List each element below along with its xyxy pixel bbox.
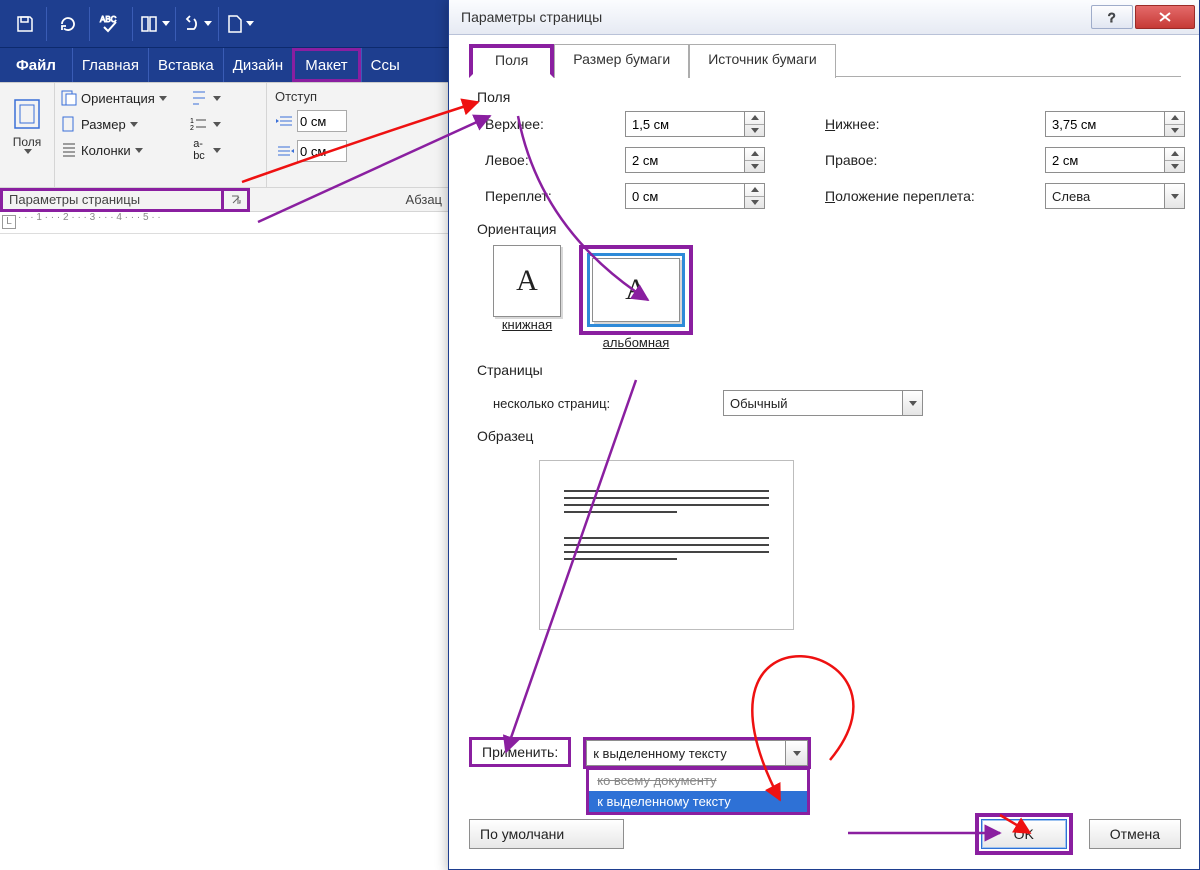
- hyphenation-button[interactable]: a-bc: [189, 137, 239, 163]
- dialog-titlebar[interactable]: Параметры страницы ?: [449, 0, 1199, 35]
- gutter-label: Переплет:: [485, 188, 625, 204]
- tab-file[interactable]: Файл: [4, 48, 72, 82]
- repeat-icon[interactable]: [49, 2, 87, 46]
- line-numbers-button[interactable]: 12: [189, 111, 239, 137]
- apply-to-label: Применить:: [469, 737, 571, 767]
- spellcheck-icon[interactable]: ABC: [92, 2, 130, 46]
- apply-to-dropdown-list: ко всему документу к выделенному тексту: [586, 767, 810, 815]
- apply-to-dropdown-icon[interactable]: [786, 740, 808, 766]
- tab-insert[interactable]: Вставка: [148, 48, 223, 82]
- indent-right-field[interactable]: [275, 138, 445, 164]
- indent-left-field[interactable]: [275, 108, 445, 134]
- page-setup-group-label: Параметры страницы: [0, 188, 224, 212]
- orientation-landscape[interactable]: A альбомная: [579, 245, 693, 350]
- preview-pane: [539, 460, 794, 630]
- apply-to-combo[interactable]: к выделенному тексту ко всему документу …: [583, 737, 811, 769]
- ok-button[interactable]: OK: [981, 819, 1067, 849]
- top-margin-field[interactable]: [625, 111, 785, 137]
- columns-button[interactable]: Колонки: [59, 137, 189, 163]
- undo-button[interactable]: [178, 2, 216, 46]
- top-margin-label: Верхнее:: [485, 116, 625, 132]
- left-margin-field[interactable]: [625, 147, 785, 173]
- bottom-margin-field[interactable]: [1045, 111, 1195, 137]
- margins-button[interactable]: Поля: [4, 85, 50, 165]
- left-margin-label: Левое:: [485, 152, 625, 168]
- touch-mode-icon[interactable]: [135, 2, 173, 46]
- save-button[interactable]: [6, 2, 44, 46]
- bottom-margin-label: ННижнее:ижнее:: [825, 116, 1045, 132]
- tab-home[interactable]: Главная: [72, 48, 148, 82]
- gutter-field[interactable]: [625, 183, 785, 209]
- apply-option-all[interactable]: ко всему документу: [589, 770, 807, 791]
- landscape-icon: A: [592, 258, 680, 322]
- new-document-icon[interactable]: [221, 2, 259, 46]
- ribbon-tab-strip: Файл Главная Вставка Дизайн Макет Ссы: [0, 48, 450, 83]
- page-setup-dialog: Параметры страницы ? Поля Размер бумаги …: [448, 0, 1200, 870]
- gutter-position-combo[interactable]: Слева: [1045, 183, 1195, 209]
- orientation-portrait[interactable]: A книжная: [493, 245, 561, 332]
- portrait-icon: A: [493, 245, 561, 317]
- svg-text:1: 1: [190, 118, 194, 125]
- size-button[interactable]: Размер: [59, 111, 189, 137]
- close-button[interactable]: [1135, 5, 1195, 29]
- tab-margins[interactable]: Поля: [469, 44, 554, 78]
- tab-selector-icon[interactable]: L: [2, 215, 16, 229]
- dialog-title: Параметры страницы: [461, 9, 602, 25]
- svg-text:?: ?: [1108, 10, 1115, 24]
- tab-paper-source[interactable]: Источник бумаги: [689, 44, 836, 78]
- right-margin-field[interactable]: [1045, 147, 1195, 173]
- set-default-button[interactable]: По умолчани: [469, 819, 624, 849]
- help-button[interactable]: ?: [1091, 5, 1133, 29]
- tab-layout[interactable]: Макет: [292, 48, 360, 82]
- tab-paper[interactable]: Размер бумаги: [554, 44, 689, 78]
- right-margin-label: Правое:: [825, 152, 1045, 168]
- apply-option-selection[interactable]: к выделенному тексту: [589, 791, 807, 812]
- ribbon-group-footer: Параметры страницы Абзац: [0, 188, 450, 212]
- word-app-window: ABC Файл Главная Вставка Дизайн Макет Сс…: [0, 0, 450, 260]
- multiple-pages-combo[interactable]: Обычный: [723, 390, 923, 416]
- preview-section-label: Образец: [477, 428, 1181, 444]
- indent-label: Отступ: [271, 85, 445, 104]
- tab-design[interactable]: Дизайн: [223, 48, 292, 82]
- orientation-button[interactable]: Ориентация: [59, 85, 189, 111]
- ribbon-layout: Поля Ориентация Размер Колонки 12 a-bc О…: [0, 83, 450, 188]
- svg-text:2: 2: [190, 125, 194, 132]
- dialog-tabs: Поля Размер бумаги Источник бумаги: [469, 43, 1181, 77]
- breaks-button[interactable]: [189, 85, 239, 111]
- orientation-section-label: Ориентация: [477, 221, 1181, 237]
- pages-section-label: Страницы: [477, 362, 1181, 378]
- paragraph-group-label: Абзац: [250, 192, 450, 207]
- page-setup-launcher-icon[interactable]: [224, 188, 250, 212]
- cancel-button[interactable]: Отмена: [1089, 819, 1181, 849]
- horizontal-ruler[interactable]: L · · · 1 · · · 2 · · · 3 · · · 4 · · · …: [0, 212, 450, 234]
- quick-access-toolbar: ABC: [0, 0, 450, 48]
- margins-section-label: Поля: [477, 89, 1181, 105]
- multiple-pages-label: несколько страниц:: [493, 396, 723, 411]
- gutter-position-label: Положение переплета:: [825, 188, 1045, 204]
- tab-references[interactable]: Ссы: [361, 48, 409, 82]
